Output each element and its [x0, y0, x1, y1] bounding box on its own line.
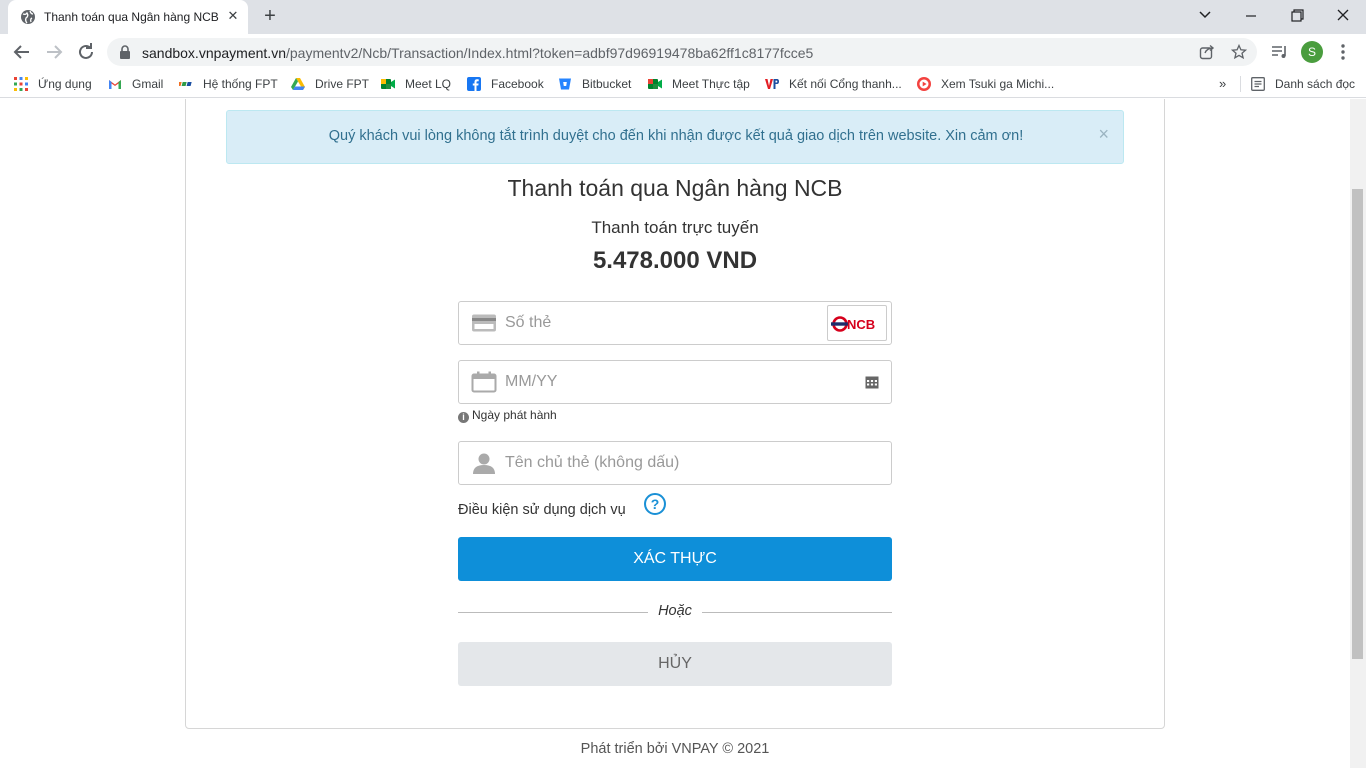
- vnpay-icon: [765, 79, 779, 89]
- issue-date-input[interactable]: [505, 362, 835, 402]
- payment-amount: 5.478.000 VND: [592, 247, 758, 274]
- page-title: Thanh toán qua Ngân hàng NCB: [507, 175, 843, 201]
- verify-button[interactable]: Xác thực: [458, 537, 892, 581]
- or-divider: Hoặc: [458, 603, 892, 621]
- calendar-icon: [471, 371, 497, 393]
- apps-grid-icon: [14, 77, 28, 91]
- meet-icon: [381, 79, 395, 89]
- ncb-bank-logo: NCB: [827, 305, 887, 341]
- credit-card-icon: [472, 314, 496, 332]
- browser-tab[interactable]: Thanh toán qua Ngân hàng NCB ✕: [8, 0, 248, 34]
- help-question-icon[interactable]: ?: [644, 493, 666, 515]
- gmail-icon: [109, 80, 121, 89]
- more-bookmarks-chevron-icon[interactable]: »: [1219, 76, 1226, 94]
- svg-text:NCB: NCB: [847, 317, 875, 332]
- close-alert-icon[interactable]: ×: [1098, 125, 1109, 143]
- tab-strip: Thanh toán qua Ngân hàng NCB ✕ +: [0, 0, 1366, 34]
- scrollbar-thumb[interactable]: [1352, 189, 1363, 659]
- profile-avatar[interactable]: S: [1301, 41, 1323, 63]
- footer-text: Phát triển bởi VNPAY © 2021: [580, 741, 770, 757]
- url-text[interactable]: sandbox.vnpayment.vn/paymentv2/Ncb/Trans…: [142, 45, 813, 61]
- alert-message: Quý khách vui lòng không tắt trình duyệt…: [328, 128, 1024, 144]
- payment-card: Quý khách vui lòng không tắt trình duyệt…: [185, 99, 1165, 729]
- tab-search-icon[interactable]: [1192, 4, 1218, 26]
- menu-dots-icon[interactable]: [1333, 42, 1353, 62]
- bookmark-star-icon[interactable]: [1231, 44, 1247, 60]
- drive-icon: [291, 78, 305, 90]
- ncb-logo-icon: NCB: [831, 316, 875, 332]
- reading-list-icon: [1251, 77, 1265, 91]
- share-icon[interactable]: [1199, 44, 1215, 60]
- terms-link[interactable]: Điều kiện sử dụng dịch vụ: [458, 502, 626, 518]
- forward-arrow-icon[interactable]: [42, 40, 66, 64]
- play-icon: [917, 77, 931, 91]
- card-number-input[interactable]: [505, 303, 835, 343]
- reload-icon[interactable]: [74, 40, 98, 64]
- info-alert: Quý khách vui lòng không tắt trình duyệt…: [226, 110, 1124, 164]
- user-icon: [473, 453, 495, 474]
- card-holder-field[interactable]: [458, 441, 892, 485]
- bitbucket-icon: [559, 78, 571, 90]
- minimize-icon[interactable]: [1238, 4, 1264, 26]
- lock-icon[interactable]: [119, 45, 131, 59]
- card-number-field[interactable]: NCB: [458, 301, 892, 345]
- restore-icon[interactable]: [1284, 4, 1310, 26]
- payment-subtitle: Thanh toán trực tuyến: [591, 218, 759, 237]
- address-bar[interactable]: sandbox.vnpayment.vn/paymentv2/Ncb/Trans…: [107, 38, 1257, 66]
- browser-toolbar: sandbox.vnpayment.vn/paymentv2/Ncb/Trans…: [0, 34, 1366, 70]
- close-tab-icon[interactable]: ✕: [225, 8, 241, 24]
- date-hint: i Ngày phát hành: [458, 408, 557, 423]
- fpt-icon: [179, 82, 192, 86]
- bookmark-divider: [1240, 76, 1241, 92]
- page-viewport: Quý khách vui lòng không tắt trình duyệt…: [0, 99, 1350, 768]
- new-tab-button[interactable]: +: [258, 5, 282, 29]
- back-arrow-icon[interactable]: [10, 40, 34, 64]
- or-text: Hoặc: [658, 603, 692, 619]
- globe-icon: [21, 10, 35, 24]
- facebook-icon: [467, 77, 481, 91]
- tab-title: Thanh toán qua Ngân hàng NCB: [44, 10, 219, 24]
- cancel-button[interactable]: HỦY: [458, 642, 892, 686]
- page-scrollbar[interactable]: [1350, 99, 1366, 768]
- bookmarks-bar: Ứng dụng Gmail Hệ thống FPT Drive FPT Me…: [0, 70, 1366, 98]
- media-control-icon[interactable]: [1270, 42, 1290, 62]
- close-window-icon[interactable]: [1330, 4, 1356, 26]
- card-holder-input[interactable]: [505, 443, 835, 483]
- issue-date-field[interactable]: [458, 360, 892, 404]
- info-icon: i: [458, 412, 469, 423]
- meet-icon: [648, 79, 662, 89]
- calendar-picker-icon[interactable]: [865, 375, 879, 389]
